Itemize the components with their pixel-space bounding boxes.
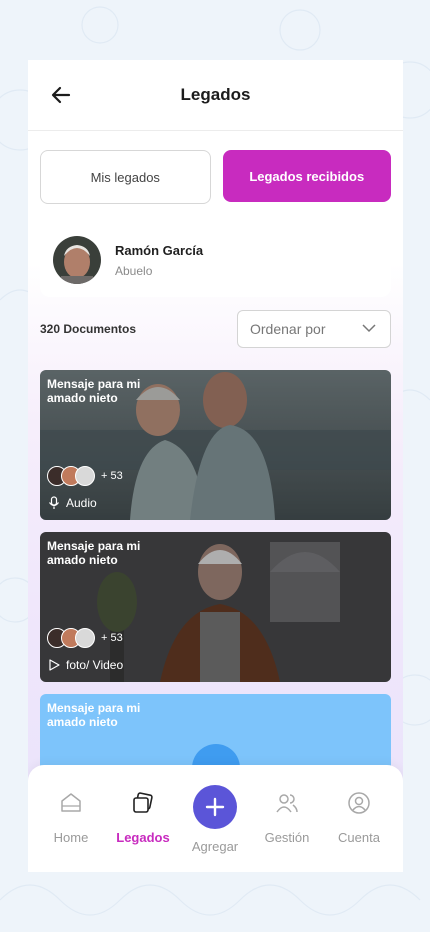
profile-card[interactable]: Ramón García Abuelo [40, 223, 391, 297]
back-arrow-icon[interactable] [50, 84, 72, 106]
app-screen: Legados Mis legados Legados recibidos Ra… [28, 60, 403, 872]
card-title: Mensaje para mi amado nieto [47, 377, 141, 405]
nav-gestion-label: Gestión [264, 830, 310, 845]
add-button[interactable] [193, 785, 237, 829]
tab-legados-recibidos[interactable]: Legados recibidos [222, 150, 391, 202]
profile-name: Ramón García [115, 242, 204, 258]
participant-avatar [75, 466, 95, 486]
nav-cuenta[interactable]: Cuenta [323, 791, 395, 845]
participants-extra-count: + 53 [101, 632, 123, 644]
nav-cuenta-label: Cuenta [338, 830, 380, 845]
nav-legados[interactable]: Legados [107, 791, 179, 845]
nav-home-label: Home [53, 830, 89, 845]
participant-avatar [75, 628, 95, 648]
bottom-navigation: Home Legados Agregar Gestión Cuenta [28, 765, 403, 872]
card-type-label: foto/ Video [66, 658, 124, 672]
card-type: Audio [48, 496, 97, 510]
top-header: Legados [28, 60, 403, 131]
card-type: foto/ Video [48, 658, 123, 672]
sort-placeholder: Ordenar por [250, 321, 326, 337]
participants-extra-count: + 53 [101, 470, 123, 482]
play-icon [49, 659, 60, 671]
participants: + 53 [47, 466, 123, 486]
nav-legados-label: Legados [116, 830, 170, 845]
card-type-label: Audio [66, 496, 97, 510]
people-icon [276, 794, 298, 813]
avatar [53, 236, 101, 284]
card-title: Mensaje para mi amado nieto [47, 539, 141, 567]
nav-home[interactable]: Home [35, 791, 107, 845]
nav-agregar-label: Agregar [191, 839, 239, 854]
participants: + 53 [47, 628, 123, 648]
legacy-card-audio[interactable]: Mensaje para mi amado nieto + 53 Audio [40, 370, 391, 520]
chevron-down-icon [362, 324, 376, 333]
documents-count: 320 Documentos [40, 322, 137, 336]
nav-gestion[interactable]: Gestión [251, 791, 323, 845]
home-icon [61, 793, 81, 812]
documents-bar: 320 Documentos Ordenar por [40, 310, 391, 350]
microphone-icon [49, 496, 59, 509]
legacy-card-video[interactable]: Mensaje para mi amado nieto + 53 foto/ V… [40, 532, 391, 682]
tab-bar: Mis legados Legados recibidos [40, 150, 391, 204]
plus-icon [205, 797, 225, 817]
legacy-cards-icon [133, 792, 153, 813]
nav-agregar[interactable]: Agregar [179, 785, 251, 854]
account-icon [348, 792, 370, 814]
profile-role: Abuelo [115, 263, 153, 278]
page-title: Legados [180, 85, 251, 104]
card-title: Mensaje para mi amado nieto [47, 701, 141, 729]
tab-mis-legados[interactable]: Mis legados [40, 150, 211, 204]
sort-dropdown[interactable]: Ordenar por [237, 310, 391, 348]
